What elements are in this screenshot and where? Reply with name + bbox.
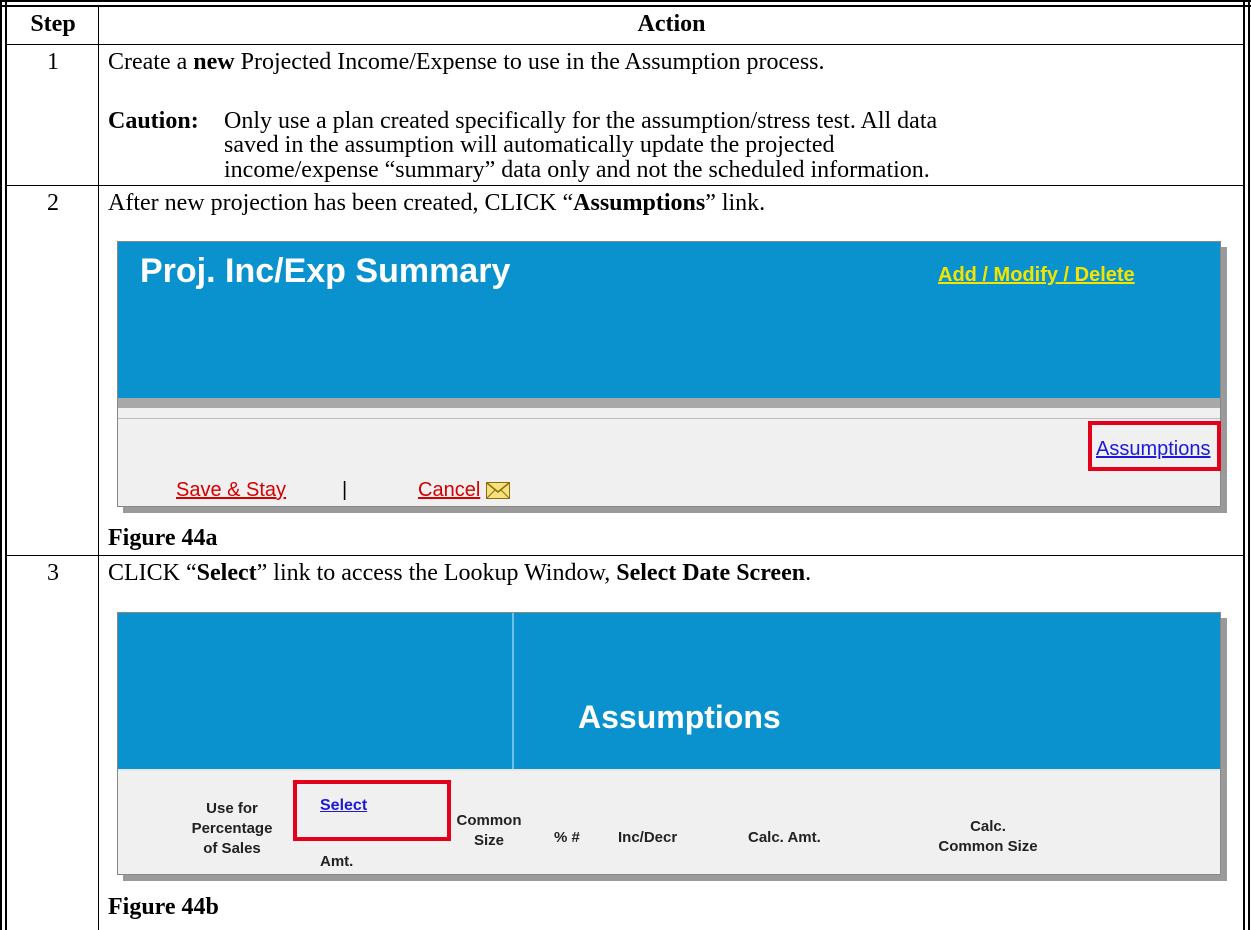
step-number: 1 — [47, 49, 59, 75]
step-number: 2 — [47, 190, 59, 216]
use-for-percentage-header: Use for Percentage of Sales — [191, 800, 273, 857]
procedure-table: Step Action 1 Create a new Projected Inc… — [0, 0, 1251, 930]
figure-44b-screenshot: Assumptions Use for Percentage of Sales … — [117, 612, 1221, 875]
envelope-icon[interactable] — [486, 482, 510, 499]
header-row-rule — [118, 769, 1220, 771]
figure-44a-screenshot: Proj. Inc/Exp Summary Add / Modify / Del… — [117, 241, 1221, 507]
page-title: Proj. Inc/Exp Summary — [140, 252, 511, 290]
select-highlight — [293, 780, 451, 841]
save-stay-link[interactable]: Save & Stay — [176, 479, 286, 502]
header-banner — [118, 613, 1220, 769]
step-column-header: Step — [30, 11, 76, 37]
separator: | — [342, 479, 348, 501]
assumptions-highlight — [1088, 421, 1221, 471]
header-divider — [512, 613, 514, 769]
pct-header: % # — [554, 829, 580, 846]
caution-label: Caution: — [108, 108, 199, 134]
amt-header: Amt. — [320, 853, 354, 870]
figure-caption: Figure 44a — [108, 525, 218, 551]
cancel-link[interactable]: Cancel — [418, 479, 480, 502]
figure-caption: Figure 44b — [108, 894, 219, 920]
action-column-header: Action — [637, 11, 706, 37]
calc-amt-header: Calc. Amt. — [748, 829, 821, 846]
caution-line-3: income/expense “summary” data only and n… — [224, 157, 930, 183]
add-modify-delete-link[interactable]: Add / Modify / Delete — [938, 264, 1135, 287]
step-3-text: CLICK “Select” link to access the Lookup… — [108, 560, 812, 586]
assumptions-title: Assumptions — [578, 699, 781, 735]
step-number: 3 — [47, 560, 59, 586]
common-size-header: Common Size — [456, 812, 522, 849]
step-2-text: After new projection has been created, C… — [108, 190, 766, 216]
calc-common-size-header: Calc. Common Size — [938, 818, 1038, 855]
thin-rule — [118, 418, 1220, 419]
inc-decr-header: Inc/Decr — [618, 829, 678, 846]
step-1-text: Create a new Projected Income/Expense to… — [108, 49, 825, 75]
divider-bar — [118, 398, 1220, 408]
